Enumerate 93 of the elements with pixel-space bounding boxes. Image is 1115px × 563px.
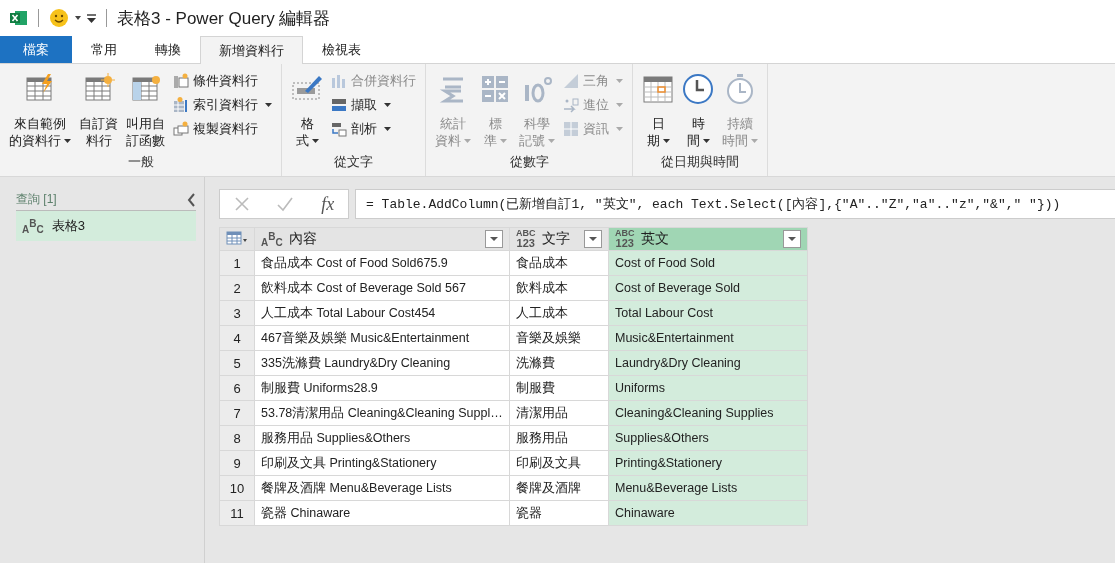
row-number: 4 [219, 325, 255, 351]
smiley-icon[interactable] [49, 8, 69, 28]
table-cell: 制服費 Uniforms28.9 [254, 375, 510, 401]
ribbon-button[interactable]: 來自範例 的資料行 [6, 68, 74, 153]
ribbon-tab[interactable]: 轉換 [136, 36, 200, 63]
check-icon[interactable] [277, 196, 294, 212]
group-label: 從日期與時間 [661, 153, 739, 171]
table-cell: Cost of Beverage Sold [608, 275, 808, 301]
operators-icon [479, 73, 511, 105]
ribbon-button[interactable]: 自訂資 料行 [76, 68, 121, 153]
table-cell: 服務用品 [509, 425, 609, 451]
ribbon-tab[interactable]: 檔案 [0, 36, 72, 63]
customize-toolbar-icon[interactable] [87, 13, 96, 23]
ribbon-button[interactable]: 格 式 [288, 68, 326, 153]
fx-button[interactable]: fx [321, 193, 335, 215]
parse-icon [331, 121, 347, 137]
ribbon-tab[interactable]: 常用 [72, 36, 136, 63]
ribbon-button[interactable]: 剖析 [328, 118, 419, 140]
table-cell: 食品成本 [509, 250, 609, 276]
table-cell: Menu&Beverage Lists [608, 475, 808, 501]
table-cell: 餐牌及酒牌 [509, 475, 609, 501]
table-cell: 印刷及文具 [509, 450, 609, 476]
info-grid-icon [563, 121, 579, 137]
index-column-icon [173, 97, 189, 113]
table-cell: 餐牌及酒牌 Menu&Beverage Lists [254, 475, 510, 501]
ribbon-button[interactable]: 擷取 [328, 94, 419, 116]
table-cell: 人工成本 Total Labour Cost454 [254, 300, 510, 326]
clock-icon [682, 73, 714, 105]
duplicate-column-icon [173, 121, 189, 137]
table-cell: Music&Entertainment [608, 325, 808, 351]
row-number: 7 [219, 400, 255, 426]
table-cell: Uniforms [608, 375, 808, 401]
table-cell: 飲料成本 Cost of Beverage Sold 567 [254, 275, 510, 301]
ribbon-tab[interactable]: 新增資料行 [200, 36, 303, 64]
table-cell: 服務用品 Supplies&Others [254, 425, 510, 451]
table-cell: Chinaware [608, 500, 808, 526]
table-menu-icon[interactable] [226, 230, 248, 245]
row-number: 10 [219, 475, 255, 501]
column-header[interactable]: ABC 內容 [254, 227, 510, 251]
window-title: 表格3 - Power Query 編輯器 [117, 7, 331, 30]
row-number: 1 [219, 250, 255, 276]
query-item[interactable]: ABC 表格3 [16, 211, 196, 241]
table-cell: 制服費 [509, 375, 609, 401]
stopwatch-icon [724, 73, 756, 105]
excel-icon[interactable] [10, 10, 28, 26]
collapse-icon[interactable] [187, 192, 196, 207]
ribbon-button[interactable]: 條件資料行 [170, 70, 275, 92]
row-number: 6 [219, 375, 255, 401]
table-cell: 洗滌費 [509, 350, 609, 376]
filter-dropdown-icon[interactable] [584, 230, 602, 248]
table-cell: 467音樂及娛樂 Music&Entertainment [254, 325, 510, 351]
pane-title: 查詢 [1] [16, 191, 57, 208]
filter-dropdown-icon[interactable] [485, 230, 503, 248]
row-number: 8 [219, 425, 255, 451]
filter-dropdown-icon[interactable] [783, 230, 801, 248]
formula-field[interactable]: = Table.AddColumn(已新增自訂1, "英文", each Text.Select([內容],{"A".."Z","a".."z","&"," "})) [355, 189, 1115, 219]
table-cell: 瓷器 [509, 500, 609, 526]
ribbon-tab[interactable]: 檢視表 [303, 36, 380, 63]
table-cell: Supplies&Others [608, 425, 808, 451]
ribbon-button[interactable]: 日 期 [639, 68, 677, 153]
table-cell: 食品成本 Cost of Food Sold675.9 [254, 250, 510, 276]
table-cell: Cost of Food Sold [608, 250, 808, 276]
triangle-icon [563, 73, 579, 89]
conditional-column-icon [173, 73, 189, 89]
ribbon-button[interactable]: 時 間 [679, 68, 717, 153]
ribbon-button[interactable]: 叫用自 訂函數 [123, 68, 168, 153]
group-label: 一般 [127, 153, 154, 171]
ribbon-button[interactable]: 複製資料行 [170, 118, 275, 140]
table-cell: 瓷器 Chinaware [254, 500, 510, 526]
group-label: 從數字 [509, 153, 549, 171]
table-cell: 53.78清潔用品 Cleaning&Cleaning Suppl… [254, 400, 510, 426]
table-cell: Total Labour Cost [608, 300, 808, 326]
table-cell: Cleaning&Cleaning Supplies [608, 400, 808, 426]
ribbon-button[interactable]: 索引資料行 [170, 94, 275, 116]
table-cell: 音樂及娛樂 [509, 325, 609, 351]
calendar-icon [642, 73, 674, 105]
row-number: 5 [219, 350, 255, 376]
group-label: 從文字 [334, 153, 373, 171]
table-cell: 印刷及文具 Printing&Stationery [254, 450, 510, 476]
merge-columns-icon [331, 73, 347, 89]
caret-icon[interactable] [75, 16, 81, 20]
rounding-icon [563, 97, 579, 113]
extract-icon [331, 97, 347, 113]
table-cell: Printing&Stationery [608, 450, 808, 476]
row-number: 2 [219, 275, 255, 301]
row-number: 9 [219, 450, 255, 476]
table-cell: 335洗滌費 Laundry&Dry Cleaning [254, 350, 510, 376]
row-number: 3 [219, 300, 255, 326]
table-cell: 清潔用品 [509, 400, 609, 426]
table-cell: 人工成本 [509, 300, 609, 326]
row-number: 11 [219, 500, 255, 526]
table-cell: 飲料成本 [509, 275, 609, 301]
table-cell: Laundry&Dry Cleaning [608, 350, 808, 376]
